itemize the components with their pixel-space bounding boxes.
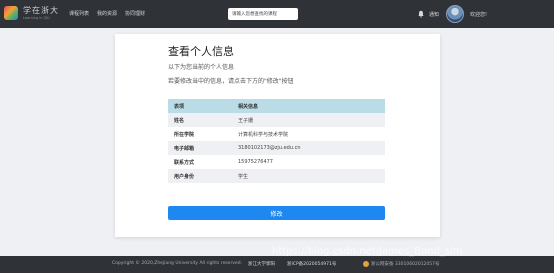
column-header-info: 相关信息: [232, 99, 385, 113]
site-logo[interactable]: 学在浙大 Learning in ZJU: [4, 4, 62, 24]
table-row: 联系方式 15975276477: [168, 155, 385, 169]
table-row: 用户身份 学生: [168, 169, 385, 183]
police-record-link[interactable]: 浙公网安备 33010602012057号: [371, 261, 440, 267]
logo-title: 学在浙大: [23, 6, 59, 15]
row-key: 姓名: [168, 113, 232, 127]
footer: Copyright © 2020,Zhejiang University All…: [0, 256, 554, 273]
page-title: 查看个人信息: [168, 45, 234, 58]
welcome-text: 欢迎您!: [470, 12, 488, 18]
notice-link[interactable]: 通知: [429, 11, 439, 18]
row-value: 计算机科学与技术学院: [232, 127, 385, 141]
profile-table: 表项 相关信息 姓名 王子姗 所在学院 计算机科学与技术学院 电子邮箱 3180…: [168, 99, 385, 183]
nav-item-finance[interactable]: 协同理财: [125, 10, 145, 17]
avatar[interactable]: [446, 5, 464, 23]
table-header-row: 表项 相关信息: [168, 99, 385, 113]
watermark: https://blog.csdn.net/James_Bond_slm: [272, 246, 463, 257]
table-row: 姓名 王子姗: [168, 113, 385, 127]
logo-subtitle: Learning in ZJU: [23, 16, 50, 20]
column-header-item: 表项: [168, 99, 232, 113]
row-key: 电子邮箱: [168, 141, 232, 155]
page-subtitle: 以下为您当前的个人信息: [168, 64, 235, 71]
search-input[interactable]: [228, 8, 298, 20]
top-navbar: 学在浙大 Learning in ZJU 课程列表 我的资源 协同理财 通知 欢…: [0, 0, 554, 28]
row-value: 15975276477: [232, 155, 385, 169]
table-row: 电子邮箱 3180102173@zju.edu.cn: [168, 141, 385, 155]
edit-hint: 若要修改当中的信息，请点击下方的"修改"按钮: [168, 78, 294, 85]
logo-icon: [4, 6, 18, 20]
row-key: 用户身份: [168, 169, 232, 183]
bell-icon[interactable]: [417, 10, 425, 18]
copyright-text: Copyright © 2020,Zhejiang University All…: [112, 261, 243, 266]
row-key: 联系方式: [168, 155, 232, 169]
police-badge-icon: [363, 261, 369, 267]
row-value: 3180102173@zju.edu.cn: [232, 141, 385, 155]
row-value: 学生: [232, 169, 385, 183]
main-nav: 课程列表 我的资源 协同理财: [69, 10, 145, 17]
profile-card: 查看个人信息 以下为您当前的个人信息 若要修改当中的信息，请点击下方的"修改"按…: [115, 34, 440, 237]
row-value: 王子姗: [232, 113, 385, 127]
row-key: 所在学院: [168, 127, 232, 141]
nav-item-courses[interactable]: 课程列表: [69, 10, 89, 17]
table-row: 所在学院 计算机科学与技术学院: [168, 127, 385, 141]
icp-link[interactable]: 浙ICP备2020054971号: [287, 261, 336, 267]
nav-item-resources[interactable]: 我的资源: [97, 10, 117, 17]
edit-button[interactable]: 修改: [168, 206, 385, 220]
footer-unit: 浙江大学郭阳: [248, 262, 275, 267]
